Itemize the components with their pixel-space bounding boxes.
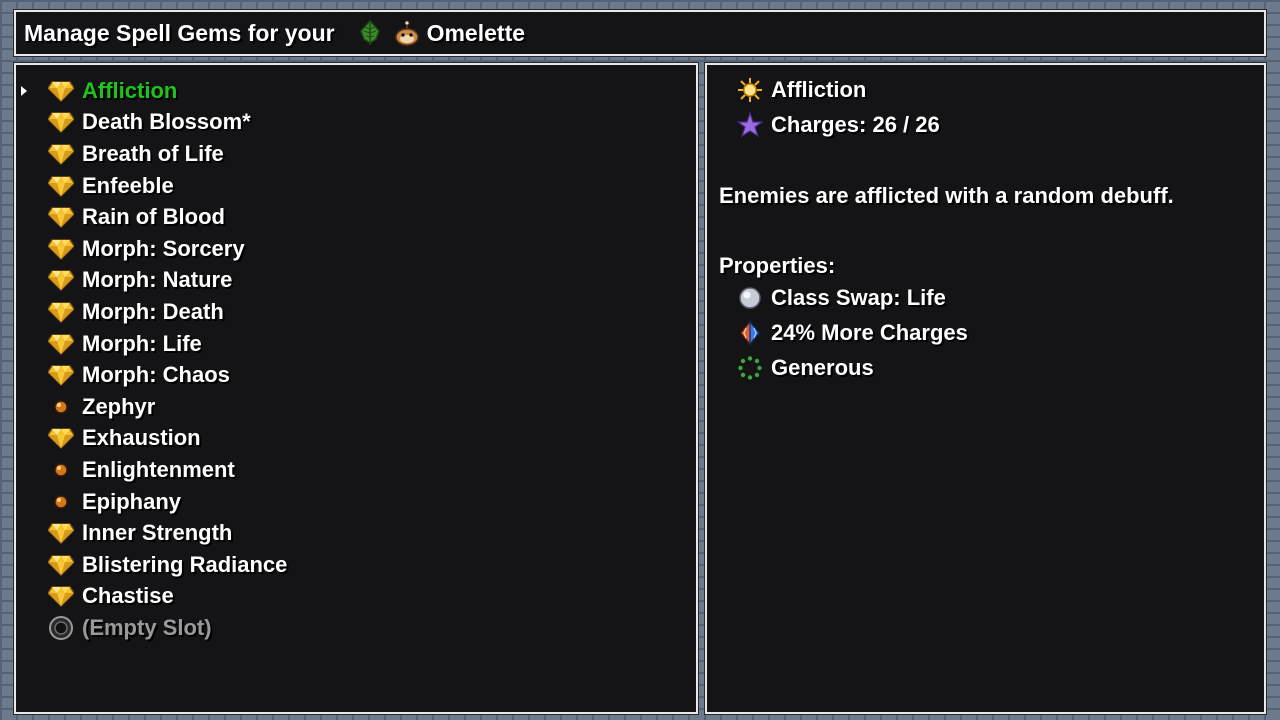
pearl-icon: [737, 285, 763, 311]
spell-gem-label: Enfeeble: [82, 172, 174, 198]
header-prefix: Manage Spell Gems for your: [24, 19, 335, 46]
spell-gem-label: Morph: Death: [82, 298, 224, 324]
detail-charges-row: Charges: 26 / 26: [737, 112, 940, 138]
spell-gem-label: Death Blossom*: [82, 109, 251, 135]
spell-gem-item[interactable]: Breath of Life: [16, 138, 696, 170]
spell-gem-item[interactable]: Morph: Nature: [16, 265, 696, 297]
spell-gem-label: (Empty Slot): [82, 614, 212, 640]
gem-icon: [48, 175, 74, 197]
spell-gem-item[interactable]: Enfeeble: [16, 170, 696, 202]
spell-gem-item[interactable]: Death Blossom*: [16, 107, 696, 139]
spell-gem-item[interactable]: Rain of Blood: [16, 201, 696, 233]
spell-gem-item[interactable]: Chastise: [16, 581, 696, 613]
selection-cursor-icon: [21, 85, 27, 96]
spell-gem-label: Blistering Radiance: [82, 551, 288, 577]
gem-icon: [48, 143, 74, 165]
spell-gem-item[interactable]: Blistering Radiance: [16, 549, 696, 581]
spell-gem-item[interactable]: Enlightenment: [16, 454, 696, 486]
spell-gem-item[interactable]: Zephyr: [16, 391, 696, 423]
gem-icon: [48, 238, 74, 260]
spell-gem-label: Zephyr: [82, 393, 156, 419]
detail-name-row: Affliction: [737, 77, 866, 103]
leaf-icon: [357, 19, 383, 46]
gem-icon: [48, 80, 74, 102]
header-bar: Manage Spell Gems for your Omelette: [14, 10, 1266, 56]
spell-gem-item[interactable]: Morph: Chaos: [16, 359, 696, 391]
creature-icon: [393, 20, 419, 46]
gem-icon: [48, 333, 74, 355]
spell-gem-label: Breath of Life: [82, 140, 224, 166]
spell-gem-label: Inner Strength: [82, 520, 233, 546]
spell-gem-item[interactable]: Affliction: [16, 75, 696, 107]
empty-slot-icon: [48, 615, 74, 640]
gem-icon: [48, 111, 74, 134]
spell-gem-label: Affliction: [82, 77, 178, 103]
gem-icon: [48, 427, 74, 450]
detail-description: Enemies are afflicted with a random debu…: [719, 183, 1174, 208]
spell-gem-label: Morph: Nature: [82, 267, 233, 293]
gem-icon: [48, 301, 74, 323]
spell-gem-label: Morph: Life: [82, 330, 202, 356]
ring-dots-icon: [737, 355, 763, 381]
spell-gem-item[interactable]: Morph: Death: [16, 296, 696, 328]
spell-gem-list-panel: Affliction Death Blossom* Breath of Life En…: [14, 63, 698, 714]
detail-charges: Charges: 26 / 26: [771, 112, 940, 137]
spell-gem-label: Enlightenment: [82, 456, 235, 482]
gem-icon: [48, 364, 74, 387]
spell-gem-item[interactable]: Epiphany: [16, 486, 696, 518]
spell-gem-label: Morph: Chaos: [82, 362, 230, 388]
spell-gem-list: Affliction Death Blossom* Breath of Life En…: [16, 75, 696, 644]
detail-name: Affliction: [771, 77, 867, 102]
property-row: Class Swap: Life: [737, 285, 946, 311]
spell-gem-item[interactable]: Morph: Sorcery: [16, 233, 696, 265]
gem-icon: [48, 269, 74, 292]
spell-gem-label: Morph: Sorcery: [82, 235, 245, 261]
gem-icon: [48, 585, 74, 608]
property-row: 24% More Charges: [737, 320, 968, 346]
orb-icon: [48, 396, 74, 418]
gem-icon: [48, 206, 74, 229]
property-label: Generous: [771, 355, 874, 380]
sun-icon: [737, 77, 763, 103]
spell-gem-item[interactable]: Exhaustion: [16, 423, 696, 455]
gem-icon: [48, 554, 74, 576]
property-row: Generous: [737, 355, 874, 381]
spell-gem-label: Epiphany: [82, 488, 182, 514]
spell-gem-label: Exhaustion: [82, 425, 201, 451]
star-icon: [737, 112, 763, 138]
spell-gem-item[interactable]: Inner Strength: [16, 517, 696, 549]
split-crystal-icon: [737, 320, 763, 346]
orb-icon: [48, 491, 74, 513]
pet-name: Omelette: [426, 19, 526, 46]
property-label: Class Swap: Life: [771, 285, 946, 310]
property-label: 24% More Charges: [771, 320, 968, 345]
spell-gem-detail-panel: Affliction Charges: 26 / 26 Enemies are …: [705, 63, 1266, 714]
header-title: Manage Spell Gems for your Omelette: [24, 12, 525, 54]
gem-icon: [48, 522, 74, 545]
orb-icon: [48, 459, 74, 481]
spell-gem-item[interactable]: Morph: Life: [16, 328, 696, 360]
properties-heading: Properties:: [719, 253, 836, 278]
spell-gem-label: Chastise: [82, 583, 174, 609]
spell-gem-label: Rain of Blood: [82, 204, 225, 230]
empty-gem-slot[interactable]: (Empty Slot): [16, 612, 696, 644]
